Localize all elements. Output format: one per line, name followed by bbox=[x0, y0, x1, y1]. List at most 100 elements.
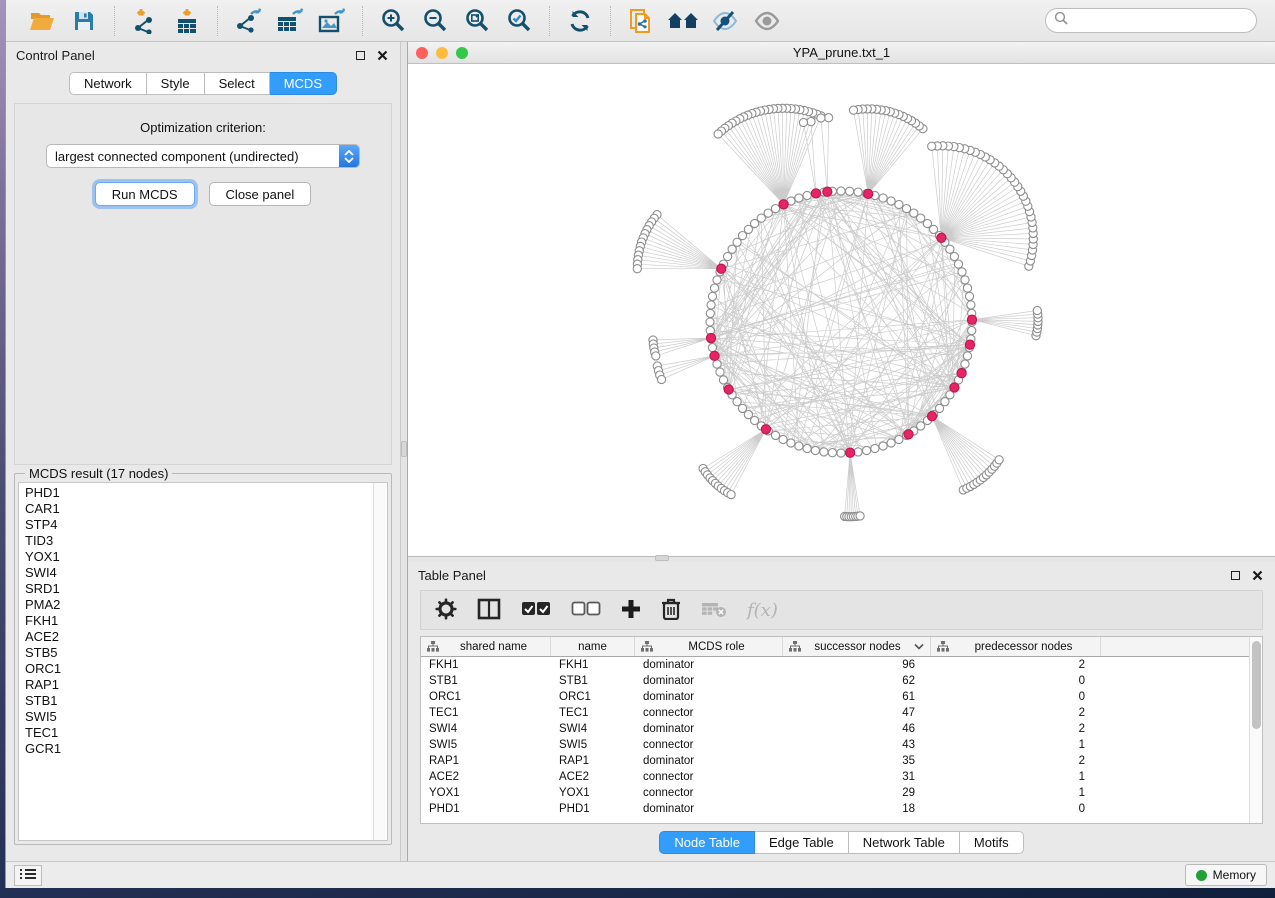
export-table-button[interactable] bbox=[272, 4, 308, 38]
tab-edge-table[interactable]: Edge Table bbox=[755, 831, 849, 854]
mcds-result-item[interactable]: STP4 bbox=[25, 517, 367, 533]
network-canvas[interactable] bbox=[408, 64, 1275, 556]
ring-node[interactable] bbox=[708, 344, 716, 352]
clone-network-button[interactable] bbox=[623, 4, 659, 38]
ring-node[interactable] bbox=[961, 276, 969, 284]
ring-node[interactable] bbox=[811, 446, 819, 454]
ring-node[interactable] bbox=[902, 205, 910, 213]
leaf-node[interactable] bbox=[849, 106, 857, 114]
table-row[interactable]: SWI4SWI4dominator462 bbox=[421, 721, 1249, 737]
leaf-node[interactable] bbox=[825, 114, 833, 122]
show-all-button[interactable] bbox=[749, 4, 785, 38]
tab-network-table[interactable]: Network Table bbox=[849, 831, 960, 854]
ring-node[interactable] bbox=[795, 194, 803, 202]
ring-node[interactable] bbox=[963, 352, 971, 360]
ring-node[interactable] bbox=[795, 442, 803, 450]
splitter-handle[interactable] bbox=[655, 555, 669, 561]
mcds-result-item[interactable]: SRD1 bbox=[25, 581, 367, 597]
delete-table-button[interactable] bbox=[701, 595, 727, 625]
mcds-result-item[interactable]: TEC1 bbox=[25, 725, 367, 741]
vertical-splitter[interactable] bbox=[400, 42, 408, 861]
leaf-node[interactable] bbox=[817, 114, 825, 122]
table-row[interactable]: RAP1RAP1dominator352 bbox=[421, 753, 1249, 769]
select-all-rows-button[interactable] bbox=[521, 595, 551, 625]
import-network-button[interactable] bbox=[127, 4, 163, 38]
table-row[interactable]: SWI5SWI5connector431 bbox=[421, 737, 1249, 753]
float-table-panel-button[interactable] bbox=[1227, 567, 1243, 583]
show-task-history-button[interactable] bbox=[14, 865, 42, 886]
scrollbar-thumb[interactable] bbox=[1252, 641, 1261, 729]
mcds-node[interactable] bbox=[967, 315, 976, 324]
delete-column-button[interactable] bbox=[661, 595, 681, 625]
ring-node[interactable] bbox=[910, 209, 918, 217]
zoom-fit-button[interactable] bbox=[459, 4, 495, 38]
search-box[interactable] bbox=[1045, 8, 1257, 33]
zoom-selected-button[interactable] bbox=[501, 4, 537, 38]
ring-node[interactable] bbox=[837, 187, 845, 195]
leaf-node[interactable] bbox=[799, 118, 807, 126]
ring-node[interactable] bbox=[706, 318, 714, 326]
table-scrollbar[interactable] bbox=[1249, 637, 1262, 823]
ring-node[interactable] bbox=[846, 187, 854, 195]
search-input[interactable] bbox=[1073, 14, 1248, 28]
tab-select[interactable]: Select bbox=[205, 72, 270, 95]
mcds-node[interactable] bbox=[937, 233, 946, 242]
ring-node[interactable] bbox=[771, 431, 779, 439]
mcds-node[interactable] bbox=[846, 448, 855, 457]
leaf-node[interactable] bbox=[633, 265, 641, 273]
maximize-window-button[interactable] bbox=[456, 47, 468, 59]
mcds-result-item[interactable]: PHD1 bbox=[25, 485, 367, 501]
leaf-node[interactable] bbox=[657, 375, 665, 383]
ring-node[interactable] bbox=[706, 309, 714, 317]
ring-node[interactable] bbox=[895, 200, 903, 208]
mcds-result-item[interactable]: STB1 bbox=[25, 693, 367, 709]
ring-node[interactable] bbox=[713, 276, 721, 284]
close-panel-action-button[interactable]: Close panel bbox=[209, 182, 312, 206]
open-folder-button[interactable] bbox=[24, 4, 60, 38]
ring-node[interactable] bbox=[837, 449, 845, 457]
hide-selected-button[interactable] bbox=[707, 4, 743, 38]
mcds-result-list[interactable]: PHD1CAR1STP4TID3YOX1SWI4SRD1PMA2FKH1ACE2… bbox=[18, 482, 388, 841]
leaf-node[interactable] bbox=[928, 142, 936, 150]
column-header-successor-nodes[interactable]: successor nodes bbox=[783, 637, 931, 656]
mcds-result-item[interactable]: CAR1 bbox=[25, 501, 367, 517]
criterion-select[interactable]: largest connected component (undirected) bbox=[46, 144, 360, 168]
table-settings-button[interactable] bbox=[435, 595, 457, 625]
mcds-node[interactable] bbox=[779, 200, 788, 209]
network-graph[interactable] bbox=[408, 64, 1274, 556]
ring-node[interactable] bbox=[965, 292, 973, 300]
close-window-button[interactable] bbox=[416, 47, 428, 59]
ring-node[interactable] bbox=[871, 444, 879, 452]
mcds-result-item[interactable]: RAP1 bbox=[25, 677, 367, 693]
leaf-node[interactable] bbox=[727, 491, 735, 499]
ring-node[interactable] bbox=[710, 284, 718, 292]
save-session-button[interactable] bbox=[66, 4, 102, 38]
table-row[interactable]: YOX1YOX1connector291 bbox=[421, 785, 1249, 801]
mcds-result-item[interactable]: ORC1 bbox=[25, 661, 367, 677]
ring-node[interactable] bbox=[887, 439, 895, 447]
mcds-node[interactable] bbox=[864, 189, 873, 198]
ring-node[interactable] bbox=[963, 284, 971, 292]
mcds-result-item[interactable]: ACE2 bbox=[25, 629, 367, 645]
run-mcds-button[interactable]: Run MCDS bbox=[95, 182, 195, 206]
ring-node[interactable] bbox=[803, 191, 811, 199]
mcds-result-item[interactable]: STB5 bbox=[25, 645, 367, 661]
ring-node[interactable] bbox=[968, 327, 976, 335]
ring-node[interactable] bbox=[803, 444, 811, 452]
column-header-shared-name[interactable]: shared name bbox=[421, 637, 551, 656]
apply-layout-button[interactable] bbox=[562, 4, 598, 38]
ring-node[interactable] bbox=[863, 446, 871, 454]
close-panel-button[interactable] bbox=[374, 47, 390, 63]
memory-button[interactable]: Memory bbox=[1185, 864, 1267, 886]
close-table-panel-button[interactable] bbox=[1249, 567, 1265, 583]
zoom-out-button[interactable] bbox=[417, 4, 453, 38]
ring-node[interactable] bbox=[787, 439, 795, 447]
mcds-node[interactable] bbox=[811, 189, 820, 198]
tab-style[interactable]: Style bbox=[147, 72, 205, 95]
table-row[interactable]: TEC1TEC1connector472 bbox=[421, 705, 1249, 721]
mcds-result-item[interactable]: YOX1 bbox=[25, 549, 367, 565]
ring-node[interactable] bbox=[820, 448, 828, 456]
mcds-list-scrollbar[interactable] bbox=[373, 483, 387, 840]
tab-node-table[interactable]: Node Table bbox=[659, 831, 755, 854]
column-header-MCDS-role[interactable]: MCDS role bbox=[635, 637, 783, 656]
